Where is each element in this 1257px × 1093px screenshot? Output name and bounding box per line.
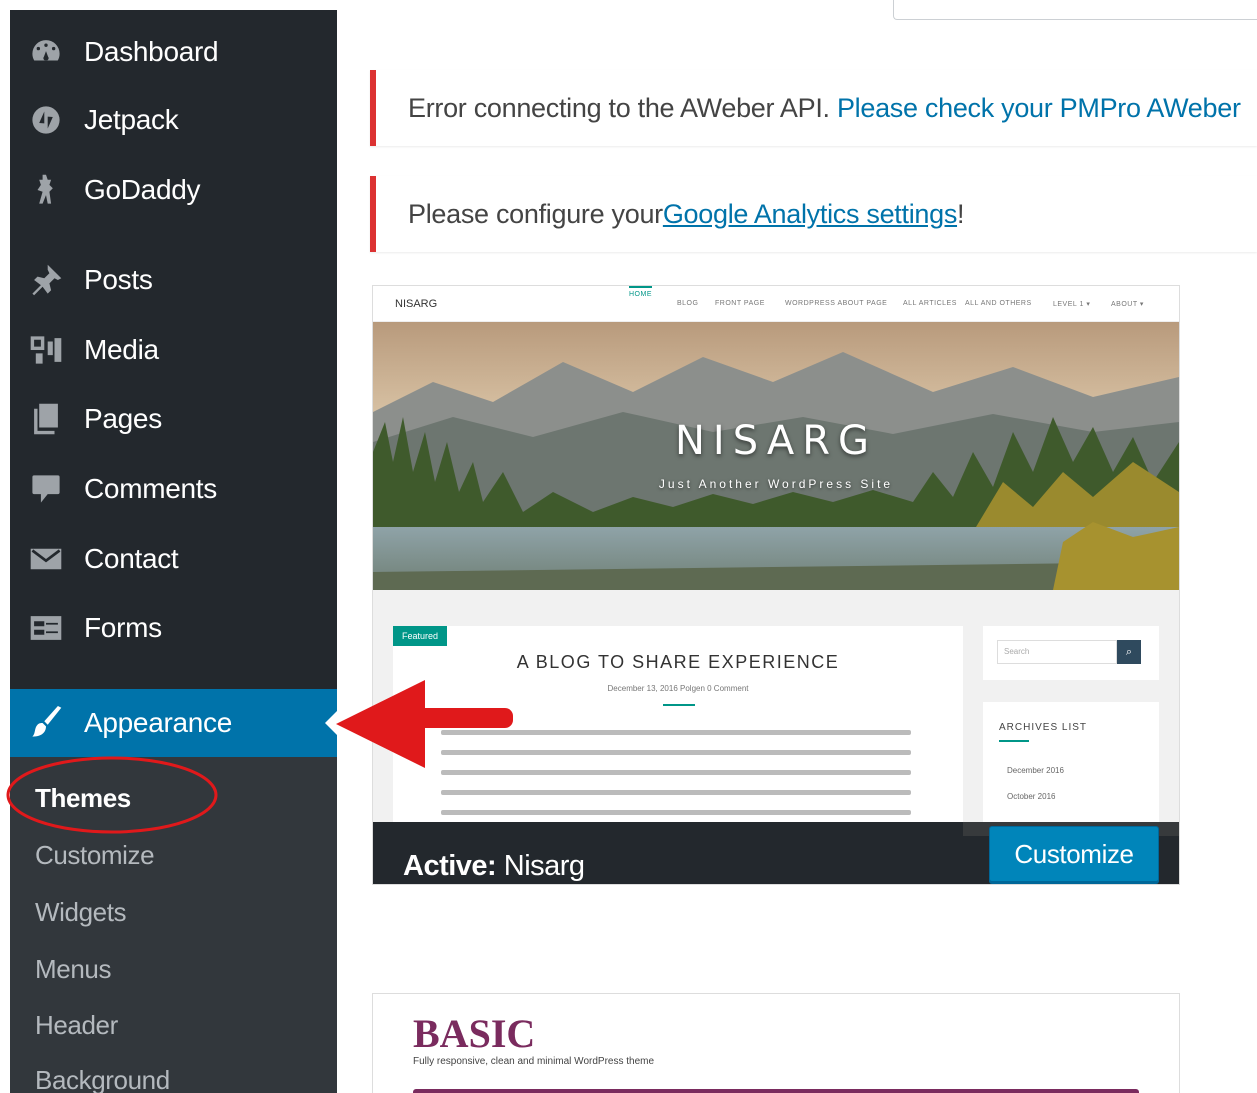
pages-icon [26,399,66,439]
sidebar-item-contact[interactable]: Contact [10,531,337,587]
theme-preview-post-title: A BLOG TO SHARE EXPERIENCE [516,652,840,672]
paintbrush-icon [26,703,66,743]
text-line [441,810,911,815]
basic-theme-banner [413,1089,1139,1093]
sidebar-item-appearance[interactable]: Appearance [10,689,337,757]
submenu-item-header[interactable]: Header [35,1010,118,1041]
active-prefix: Active: [403,850,497,882]
archive-item: December 2016 [1007,766,1064,775]
preview-nav-item: ABOUT ▾ [1111,301,1144,308]
sidebar-item-jetpack[interactable]: Jetpack [10,92,337,148]
preview-nav-item: HOME [629,286,652,298]
preview-nav-item: ALL AND OTHERS [965,300,1032,307]
customize-button[interactable]: Customize [989,826,1159,882]
text-line [441,790,911,795]
notice-text: Please configure your [408,198,663,229]
sidebar-item-dashboard[interactable]: Dashboard [10,24,337,80]
theme-preview-site-title: NISARG [674,418,877,464]
theme-preview-search-input: Search [997,640,1117,664]
basic-theme-title: BASIC [413,1011,536,1056]
sidebar-item-label: GoDaddy [84,174,201,205]
godaddy-icon [26,170,66,210]
sidebar-item-label: Posts [84,264,153,295]
notice-text: Error connecting to the AWeber API. [408,92,830,123]
sidebar-item-posts[interactable]: Posts [10,252,337,308]
theme-preview-hero-image: NISARG Just Another WordPress Site [373,322,1179,590]
sidebar-item-label: Appearance [84,707,233,738]
preview-nav-item: BLOG [677,300,699,307]
aweber-error-notice: Error connecting to the AWeber API. Plea… [370,70,1257,146]
theme-card-basic[interactable]: BASIC Fully responsive, clean and minima… [372,993,1180,1093]
theme-preview-post: Featured A BLOG TO SHARE EXPERIENCE Dece… [393,626,963,826]
submenu-item-menus[interactable]: Menus [35,954,111,985]
sidebar-item-label: Media [84,334,159,365]
pin-icon [26,260,66,300]
notice-suffix: ! [957,198,965,229]
sidebar-item-label: Jetpack [84,104,179,135]
text-line [441,730,911,735]
active-theme-card[interactable]: NISARG HOME BLOG FRONT PAGE WORDPRESS AB… [372,285,1180,885]
theme-preview-post-meta: December 13, 2016 Polgen 0 Comment [607,684,749,693]
sidebar-item-pages[interactable]: Pages [10,391,337,447]
jetpack-icon [26,100,66,140]
basic-theme-subtitle: Fully responsive, clean and minimal Word… [413,1056,655,1067]
submenu-item-widgets[interactable]: Widgets [35,897,127,928]
sidebar-item-comments[interactable]: Comments [10,461,337,517]
preview-nav-item: LEVEL 1 ▾ [1053,301,1091,308]
preview-nav-item: FRONT PAGE [715,300,765,307]
featured-badge: Featured [393,626,448,646]
active-menu-pointer [325,711,337,735]
preview-nav-item: ALL ARTICLES [903,300,957,307]
comment-icon [26,469,66,509]
analytics-notice: Please configure your Google Analytics s… [370,176,1257,252]
dashboard-icon [26,32,66,72]
text-line [441,750,911,755]
submenu-item-background[interactable]: Background [35,1065,170,1093]
archive-item: October 2016 [1007,792,1056,801]
theme-preview-archives-widget: ARCHIVES LIST December 2016 October 2016 [983,702,1159,842]
theme-preview-tagline: Just Another WordPress Site [658,477,894,491]
theme-preview-nav: NISARG HOME BLOG FRONT PAGE WORDPRESS AB… [373,286,1179,322]
sidebar-item-label: Pages [84,403,162,434]
active-theme-name: Active: Nisarg [403,850,585,883]
preview-nav-item: WORDPRESS ABOUT PAGE [785,300,888,307]
sidebar-item-forms[interactable]: Forms [10,600,337,656]
screen-options-tab [893,0,1257,20]
text-line [441,770,911,775]
sidebar-item-godaddy[interactable]: GoDaddy [10,162,337,218]
sidebar-item-label: Forms [84,612,162,643]
analytics-settings-link[interactable]: Google Analytics settings [663,199,957,230]
appearance-submenu: Themes Customize Widgets Menus Header Ba… [10,757,337,1093]
divider [663,704,695,706]
divider [999,740,1029,742]
aweber-settings-link[interactable]: Please check your PMPro AWeber [837,93,1241,124]
sidebar-item-label: Comments [84,473,217,504]
submenu-item-customize[interactable]: Customize [35,840,155,871]
media-icon [26,330,66,370]
forms-icon [26,608,66,648]
admin-sidebar: Dashboard Jetpack GoDaddy Posts Media Pa… [10,10,337,1093]
sidebar-item-media[interactable]: Media [10,322,337,378]
search-icon: ⌕ [1117,640,1141,664]
theme-preview-logo: NISARG [395,298,438,310]
submenu-item-themes[interactable]: Themes [35,783,131,814]
sidebar-item-label: Dashboard [84,36,219,67]
theme-card-footer: Active: Nisarg Customize [373,822,1179,884]
sidebar-item-label: Contact [84,543,179,574]
widget-title: ARCHIVES LIST [999,722,1088,733]
theme-preview-search-widget: Search ⌕ [983,626,1159,680]
theme-name: Nisarg [503,850,585,882]
envelope-icon [26,539,66,579]
